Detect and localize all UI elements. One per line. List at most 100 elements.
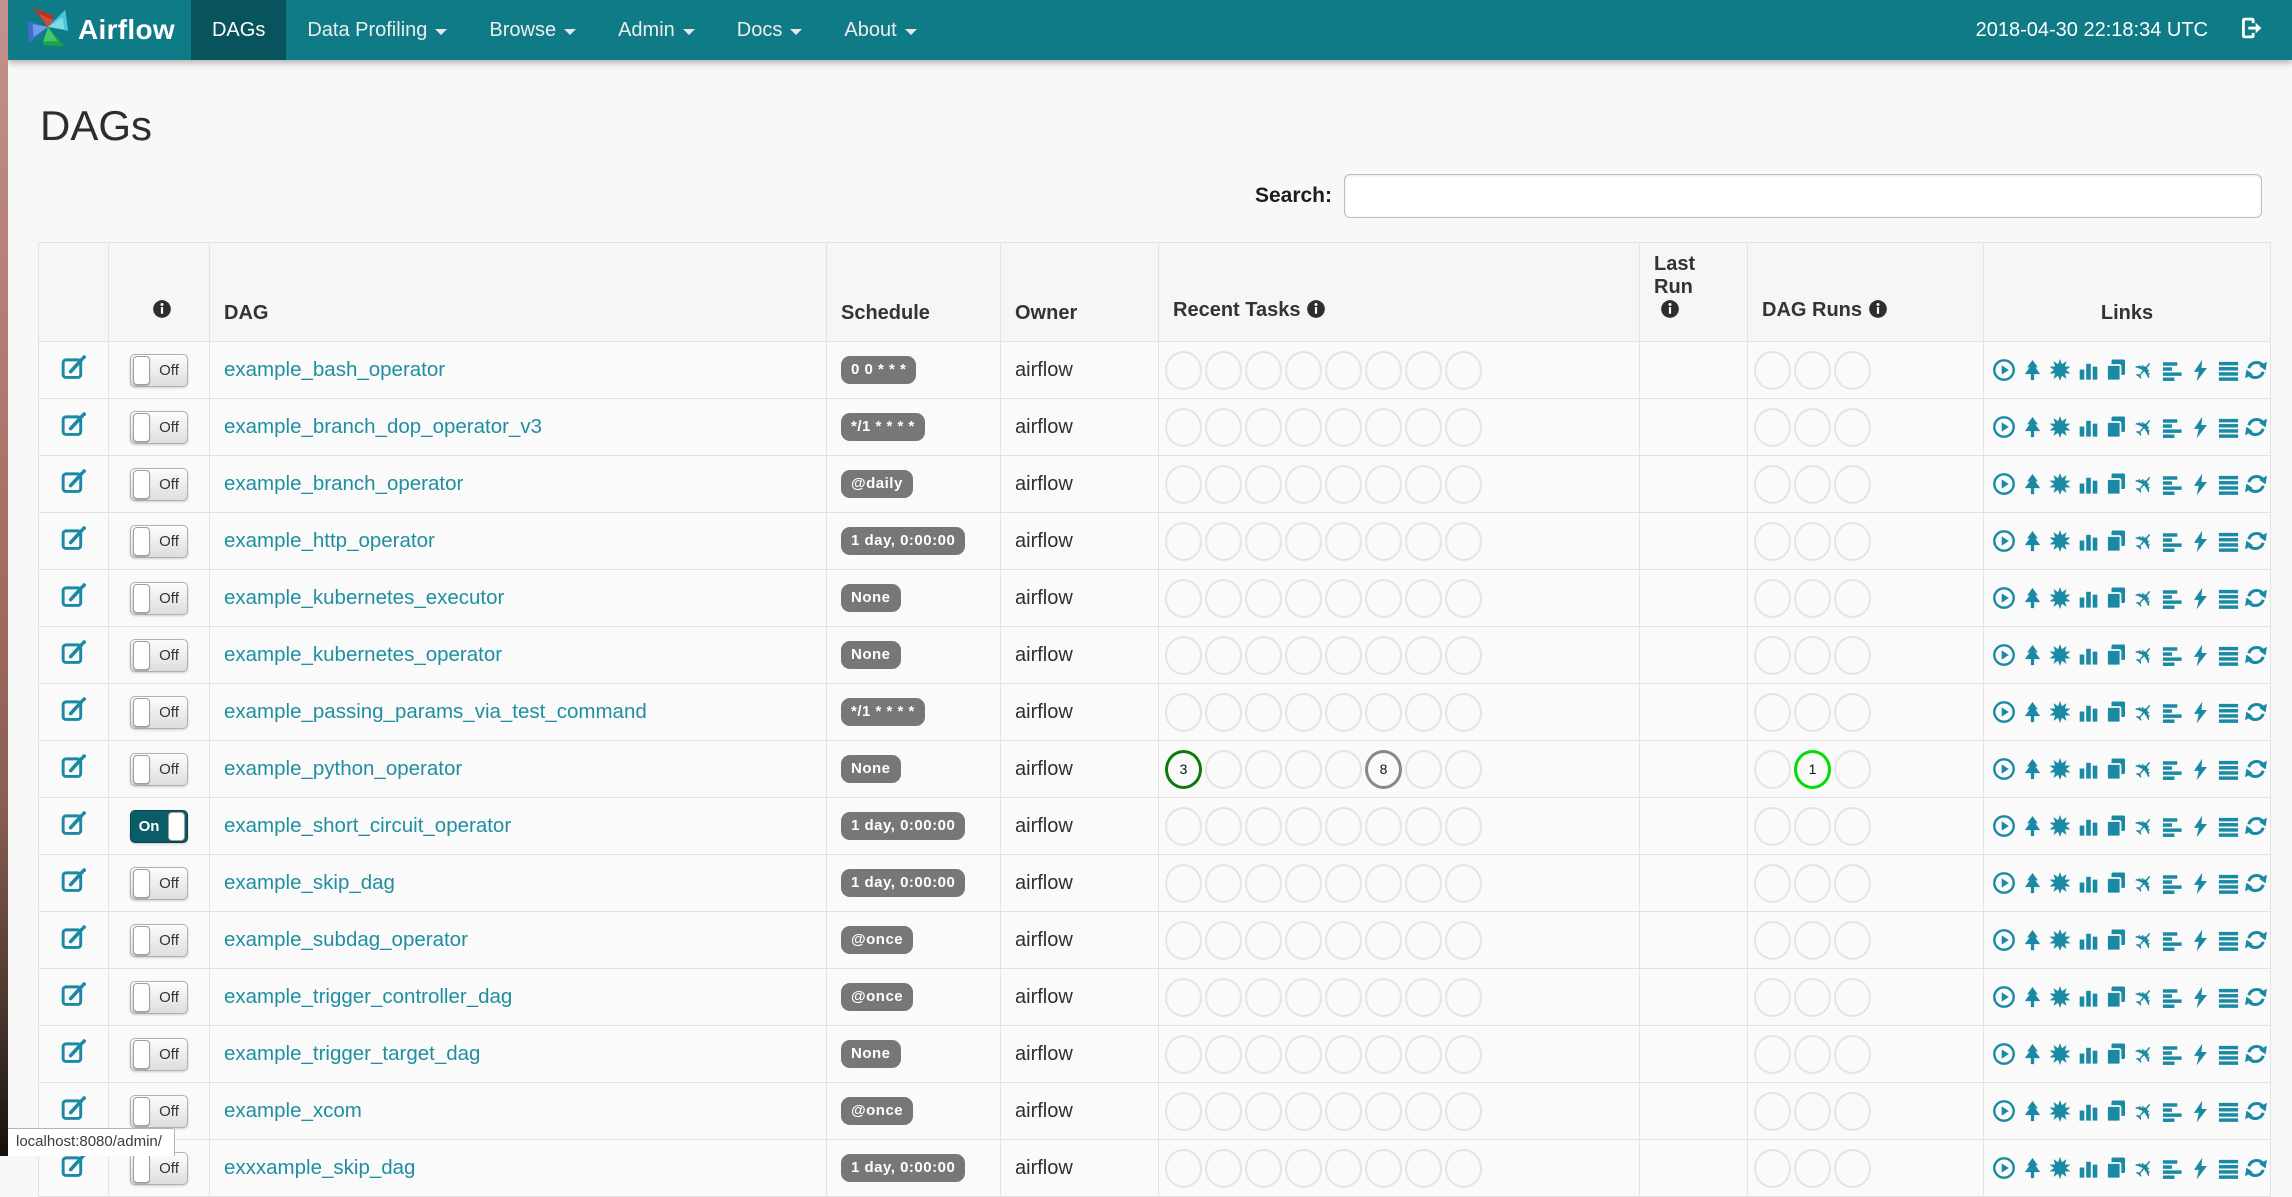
dag-name-link[interactable]: example_xcom xyxy=(224,1099,362,1122)
gantt-view-icon[interactable] xyxy=(2158,473,2186,496)
task-duration-icon[interactable] xyxy=(2074,872,2102,895)
logs-icon[interactable] xyxy=(2214,1100,2242,1123)
recent-tasks-circle-empty[interactable] xyxy=(1285,807,1322,846)
code-view-icon[interactable] xyxy=(2186,815,2214,838)
dag-pause-toggle[interactable]: Off xyxy=(130,411,188,444)
task-tries-icon[interactable] xyxy=(2102,757,2130,781)
dag-runs-circle-empty[interactable] xyxy=(1834,978,1871,1017)
recent-tasks-circle-empty[interactable] xyxy=(1205,864,1242,903)
dag-pause-toggle[interactable]: On xyxy=(130,810,188,843)
gantt-view-icon[interactable] xyxy=(2158,986,2186,1009)
recent-tasks-circle-empty[interactable] xyxy=(1365,351,1402,390)
gantt-view-icon[interactable] xyxy=(2158,929,2186,952)
dag-name-link[interactable]: example_trigger_target_dag xyxy=(224,1042,480,1065)
logout-button[interactable] xyxy=(2238,15,2264,46)
dag-runs-circle-empty[interactable] xyxy=(1834,408,1871,447)
task-tries-icon[interactable] xyxy=(2102,415,2130,439)
dag-name-link[interactable]: example_trigger_controller_dag xyxy=(224,985,512,1008)
recent-tasks-circle-empty[interactable] xyxy=(1285,522,1322,561)
dag-name-link[interactable]: example_branch_operator xyxy=(224,472,463,495)
tree-view-icon[interactable] xyxy=(2018,1100,2046,1123)
trigger-dag-icon[interactable] xyxy=(1990,871,2018,895)
nav-item-admin[interactable]: Admin xyxy=(597,0,716,60)
dag-runs-circle-empty[interactable] xyxy=(1754,693,1791,732)
dag-pause-toggle[interactable]: Off xyxy=(130,924,188,957)
graph-view-icon[interactable] xyxy=(2046,757,2074,781)
logs-icon[interactable] xyxy=(2214,644,2242,667)
recent-tasks-circle-empty[interactable] xyxy=(1165,864,1202,903)
gantt-view-icon[interactable] xyxy=(2158,587,2186,610)
tree-view-icon[interactable] xyxy=(2018,758,2046,781)
landing-times-icon[interactable]: ✈ xyxy=(2130,359,2158,382)
task-tries-icon[interactable] xyxy=(2102,529,2130,553)
dag-name-link[interactable]: example_skip_dag xyxy=(224,871,395,894)
task-duration-icon[interactable] xyxy=(2074,587,2102,610)
tree-view-icon[interactable] xyxy=(2018,872,2046,895)
recent-tasks-circle-empty[interactable] xyxy=(1285,408,1322,447)
edit-dag-icon[interactable] xyxy=(60,482,87,499)
recent-tasks-circle-empty[interactable] xyxy=(1445,1092,1482,1131)
dag-runs-circle-empty[interactable] xyxy=(1834,864,1871,903)
task-tries-icon[interactable] xyxy=(2102,928,2130,952)
edit-dag-icon[interactable] xyxy=(60,539,87,556)
refresh-icon[interactable] xyxy=(2242,985,2270,1009)
code-view-icon[interactable] xyxy=(2186,1157,2214,1180)
dag-runs-circle-empty[interactable] xyxy=(1794,1035,1831,1074)
logs-icon[interactable] xyxy=(2214,473,2242,496)
gantt-view-icon[interactable] xyxy=(2158,416,2186,439)
tree-view-icon[interactable] xyxy=(2018,473,2046,496)
graph-view-icon[interactable] xyxy=(2046,1099,2074,1123)
recent-tasks-circle-empty[interactable] xyxy=(1205,921,1242,960)
dag-pause-toggle[interactable]: Off xyxy=(130,525,188,558)
recent-tasks-circle-empty[interactable] xyxy=(1405,1092,1442,1131)
dag-runs-circle-empty[interactable] xyxy=(1754,921,1791,960)
dag-runs-circle-empty[interactable] xyxy=(1834,1092,1871,1131)
recent-tasks-circle-empty[interactable] xyxy=(1245,465,1282,504)
graph-view-icon[interactable] xyxy=(2046,928,2074,952)
recent-tasks-circle-empty[interactable] xyxy=(1165,1035,1202,1074)
tree-view-icon[interactable] xyxy=(2018,986,2046,1009)
edit-dag-icon[interactable] xyxy=(60,368,87,385)
recent-tasks-circle-empty[interactable] xyxy=(1445,693,1482,732)
dag-runs-circle-empty[interactable] xyxy=(1834,465,1871,504)
gantt-view-icon[interactable] xyxy=(2158,1100,2186,1123)
dag-runs-circle-empty[interactable] xyxy=(1754,579,1791,618)
recent-tasks-circle-empty[interactable] xyxy=(1405,750,1442,789)
dag-name-link[interactable]: example_bash_operator xyxy=(224,358,445,381)
edit-dag-icon[interactable] xyxy=(60,596,87,613)
task-duration-icon[interactable] xyxy=(2074,644,2102,667)
gantt-view-icon[interactable] xyxy=(2158,815,2186,838)
dag-name-link[interactable]: example_branch_dop_operator_v3 xyxy=(224,415,542,438)
graph-view-icon[interactable] xyxy=(2046,586,2074,610)
recent-tasks-circle-empty[interactable] xyxy=(1165,465,1202,504)
logs-icon[interactable] xyxy=(2214,872,2242,895)
code-view-icon[interactable] xyxy=(2186,359,2214,382)
recent-tasks-circle-empty[interactable] xyxy=(1165,579,1202,618)
landing-times-icon[interactable]: ✈ xyxy=(2130,872,2158,895)
task-tries-icon[interactable] xyxy=(2102,358,2130,382)
gantt-view-icon[interactable] xyxy=(2158,701,2186,724)
recent-tasks-circle-empty[interactable] xyxy=(1165,636,1202,675)
recent-tasks-circle-empty[interactable] xyxy=(1285,351,1322,390)
graph-view-icon[interactable] xyxy=(2046,1042,2074,1066)
landing-times-icon[interactable]: ✈ xyxy=(2130,587,2158,610)
dag-runs-circle-empty[interactable] xyxy=(1794,921,1831,960)
recent-tasks-circle-empty[interactable] xyxy=(1325,864,1362,903)
nav-item-docs[interactable]: Docs xyxy=(716,0,824,60)
dag-runs-circle-empty[interactable] xyxy=(1794,408,1831,447)
dag-name-link[interactable]: example_http_operator xyxy=(224,529,435,552)
dag-runs-circle-empty[interactable] xyxy=(1834,579,1871,618)
logs-icon[interactable] xyxy=(2214,587,2242,610)
task-duration-icon[interactable] xyxy=(2074,1043,2102,1066)
refresh-icon[interactable] xyxy=(2242,1042,2270,1066)
dag-runs-circle-empty[interactable] xyxy=(1754,351,1791,390)
recent-tasks-circle-empty[interactable] xyxy=(1445,807,1482,846)
dag-runs-circle-empty[interactable] xyxy=(1754,978,1791,1017)
logs-icon[interactable] xyxy=(2214,530,2242,553)
gantt-view-icon[interactable] xyxy=(2158,1157,2186,1180)
recent-tasks-circle-empty[interactable] xyxy=(1405,864,1442,903)
landing-times-icon[interactable]: ✈ xyxy=(2130,1157,2158,1180)
recent-tasks-circle-empty[interactable] xyxy=(1365,1149,1402,1188)
dag-runs-circle-empty[interactable] xyxy=(1754,750,1791,789)
dag-pause-toggle[interactable]: Off xyxy=(130,1038,188,1071)
